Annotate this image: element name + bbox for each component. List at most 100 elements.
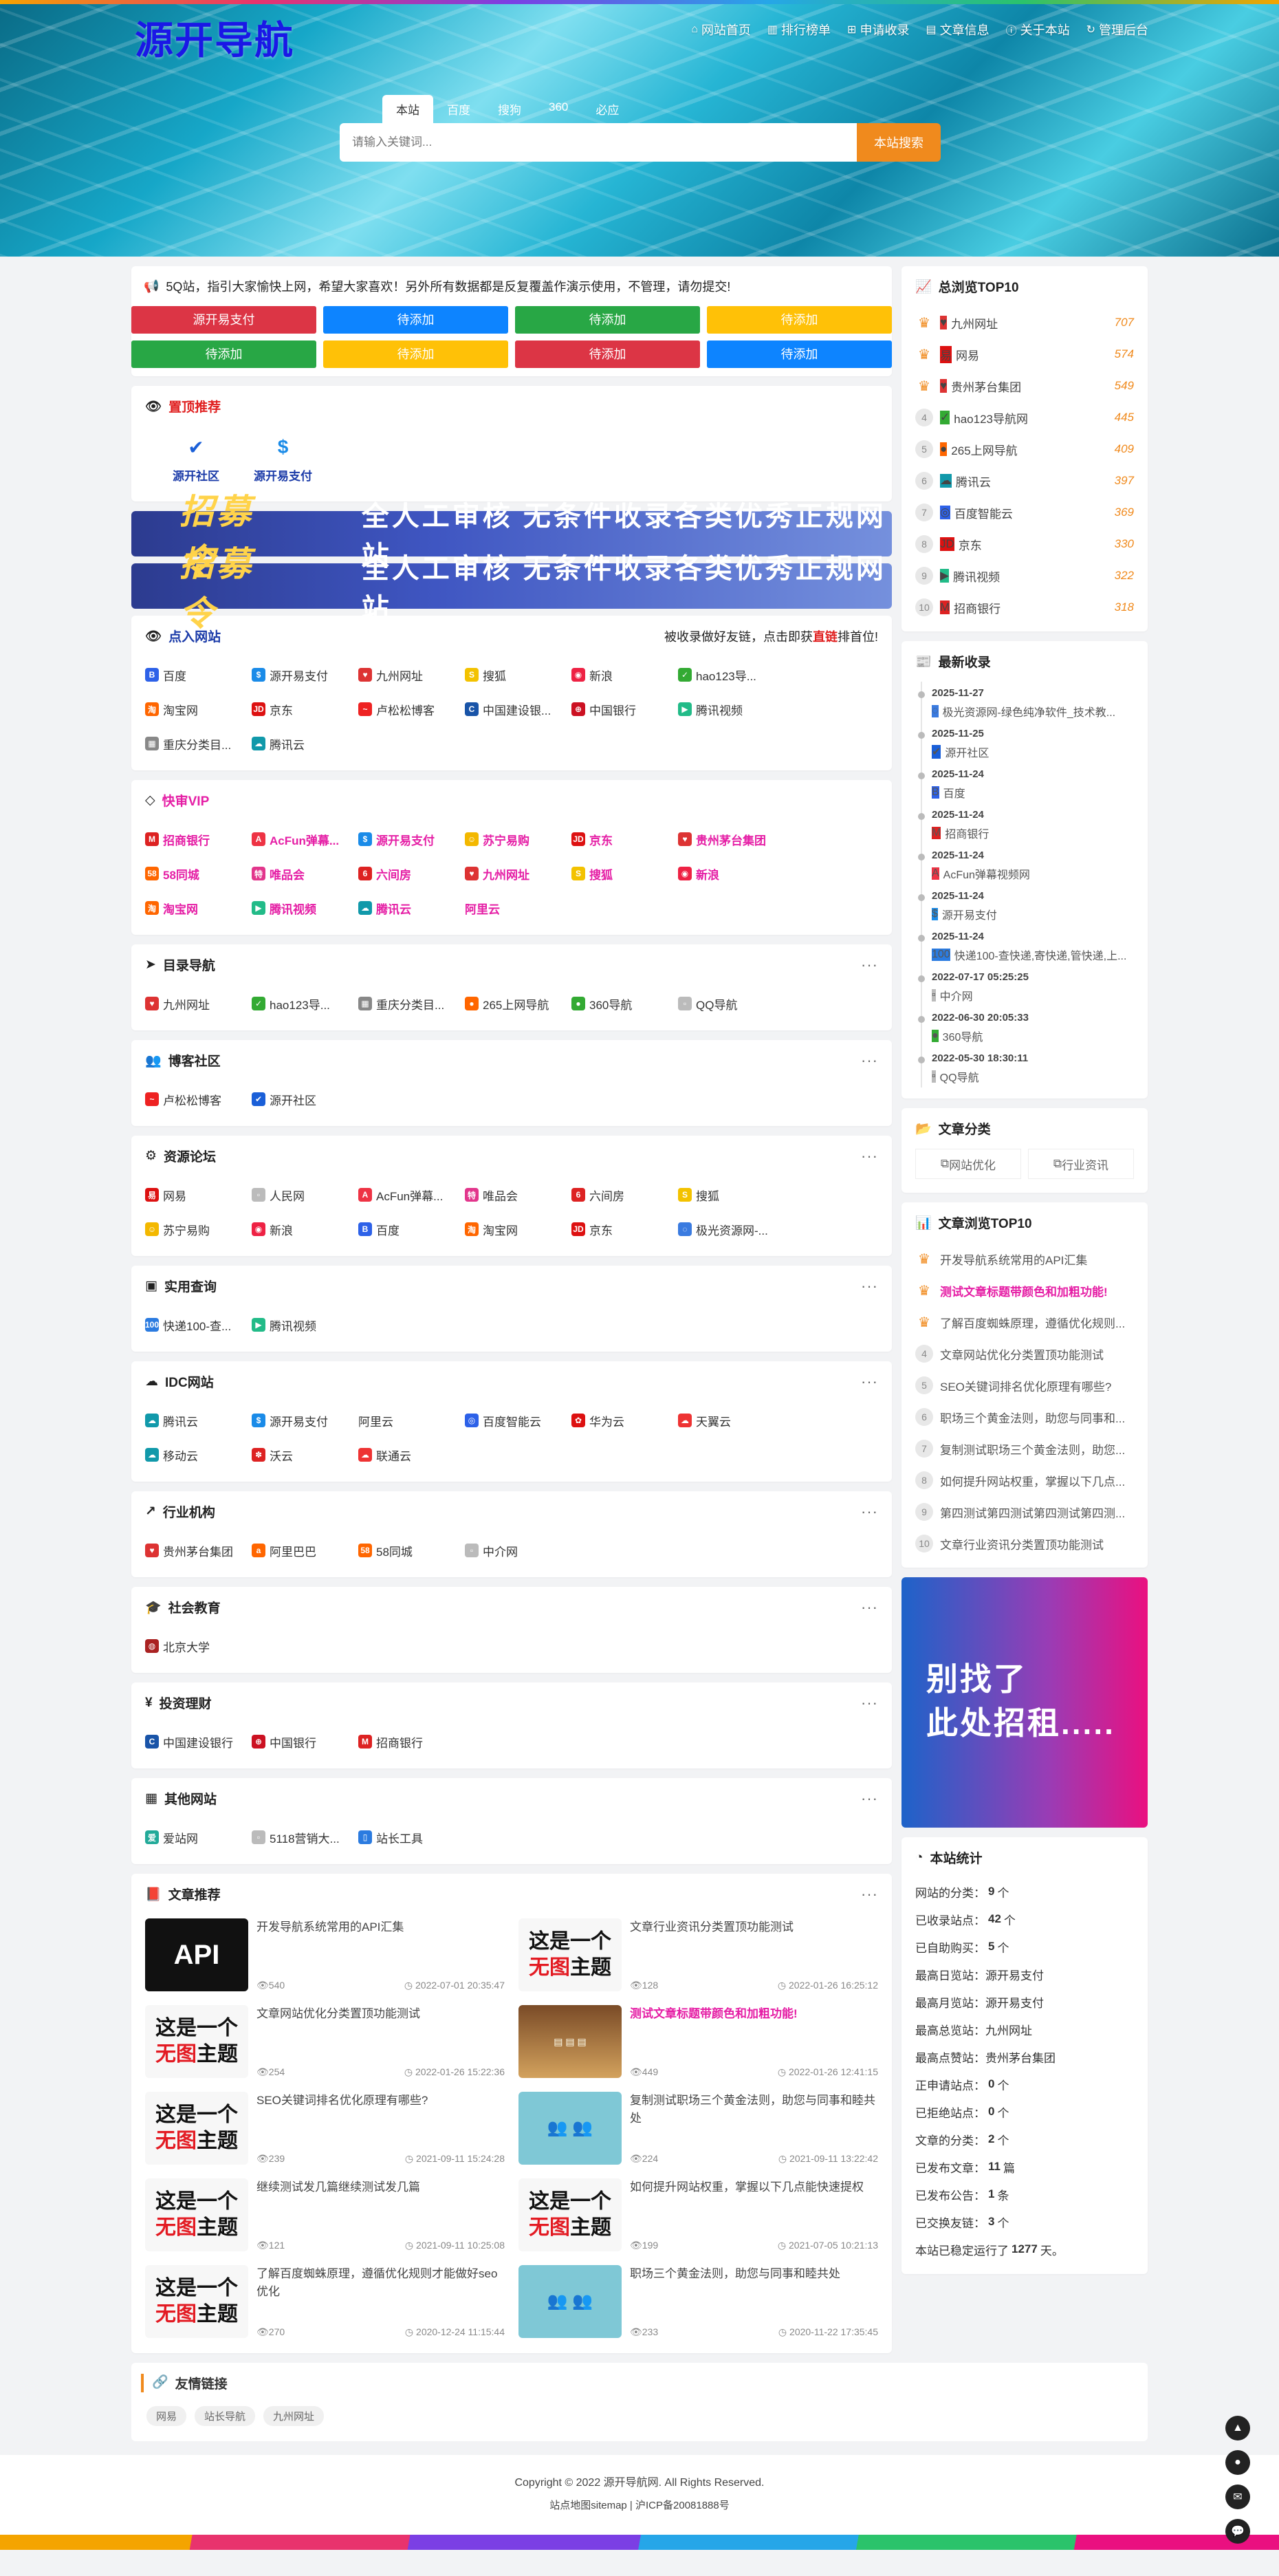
rank-item[interactable]: 10 M 招商银行 318 [915,592,1134,623]
article-title[interactable]: 如何提升网站权重，掌握以下几点能快速提权 [630,2178,878,2196]
ad-banner[interactable]: 别找了 此处招租..... [901,1577,1148,1828]
article-item[interactable]: 这是一个 无图主题 如何提升网站权重，掌握以下几点能快速提权 👁199 ◷ 2021-0… [518,2178,878,2251]
search-tab-1[interactable]: 百度 [433,95,484,123]
site-link[interactable]: ✓ hao123导... [678,658,785,692]
friend-link-1[interactable]: 站长导航 [195,2406,256,2426]
site-link[interactable]: 特唯品会 [465,1178,571,1212]
site-link[interactable]: $ 源开易支付 [252,1403,358,1438]
site-link[interactable]: ☺ 苏宁易购 [145,1212,252,1246]
search-tab-0[interactable]: 本站 [382,95,433,123]
site-link[interactable]: JD 京东 [571,1212,678,1246]
site-link[interactable]: JD 京东 [571,822,678,856]
site-logo[interactable]: 源开导航 [135,10,294,65]
timeline-item[interactable]: 2025-11-24 100 快递100-查快递,寄快递,管快递,上... [921,925,1134,966]
site-link[interactable]: 易网易 [145,1178,252,1212]
site-link[interactable]: 58 58同城 [358,1533,465,1568]
site-link[interactable]: ☁ 移动云 [145,1438,252,1472]
article-item[interactable]: 这是一个 无图主题 文章行业资讯分类置顶功能测试 👁128 ◷ 2022-01-26 1… [518,1918,878,1991]
site-link[interactable]: ☁ 腾讯云 [252,726,358,761]
site-link[interactable]: B 百度 [145,658,252,692]
timeline-item[interactable]: 2022-06-30 20:05:33 ● 360导航 [921,1006,1134,1047]
site-link[interactable]: M 招商银行 [358,1724,465,1759]
site-link[interactable]: 6 六间房 [571,1178,678,1212]
quick-button-1[interactable]: 待添加 [323,306,508,334]
timeline-item[interactable]: 2025-11-25 ✔ 源开社区 [921,722,1134,763]
search-tab-3[interactable]: 360 [535,95,582,123]
site-link[interactable]: 58 58同城 [145,856,252,891]
site-link[interactable]: ♥ 九州网址 [145,986,252,1021]
notification-icon[interactable]: ● [1225,2450,1250,2475]
more-icon[interactable]: ··· [861,1148,878,1163]
quick-button-7[interactable]: 待添加 [707,340,892,368]
site-link[interactable]: $ 源开易支付 [358,822,465,856]
rank-item[interactable]: 6 ☁ 腾讯云 397 [915,465,1134,497]
recruit-banner-1[interactable]: 招募令 全人工审核 无条件收录各类优秀正规网站 [131,545,892,633]
timeline-item[interactable]: 2022-05-30 18:30:11 ▫ QQ导航 [921,1047,1134,1087]
article-title[interactable]: 文章行业资讯分类置顶功能测试 [630,1918,878,1936]
site-link[interactable]: ● 360导航 [571,986,678,1021]
article-item[interactable]: API 开发导航系统常用的API汇集 👁540 ◷ 2022-07-01 20:35:… [145,1918,505,1991]
site-link[interactable]: ☁ 联通云 [358,1438,465,1472]
site-link[interactable]: ⊕ 中国银行 [571,692,678,726]
site-link[interactable]: ◍ 北京大学 [145,1629,252,1663]
rank-item[interactable]: 8 JD 京东 330 [915,528,1134,560]
site-link[interactable]: S 搜狐 [465,658,571,692]
site-link[interactable]: S 搜狐 [571,856,678,891]
site-link[interactable]: ♥ 贵州茅台集团 [678,822,785,856]
site-link[interactable]: ◎ 百度智能云 [465,1403,571,1438]
timeline-item[interactable]: 2025-11-24 M 招商银行 [921,803,1134,844]
site-link[interactable]: 淘淘宝网 [145,692,252,726]
site-link[interactable]: B 百度 [358,1212,465,1246]
mail-icon[interactable]: ✉ [1225,2485,1250,2509]
top-recommend-item-1[interactable]: $ 源开易支付 [254,432,312,484]
article-title[interactable]: 文章网站优化分类置顶功能测试 [256,2005,505,2023]
friend-link-2[interactable]: 九州网址 [263,2406,325,2426]
timeline-item[interactable]: 2025-11-24 $ 源开易支付 [921,885,1134,925]
rank-item[interactable]: ♛ ♥ 贵州茅台集团 549 [915,370,1134,402]
article-category-0[interactable]: ⧉ 网站优化 [915,1149,1021,1179]
site-link[interactable]: ▶ 腾讯视频 [252,891,358,925]
quick-button-0[interactable]: 源开易支付 [131,306,316,334]
site-link[interactable]: 阿里云 [465,891,571,925]
site-link[interactable]: ▦ 重庆分类目... [145,726,252,761]
nav-item-1[interactable]: ▥ 排行榜单 [767,21,831,39]
nav-item-4[interactable]: ⓘ 关于本站 [1006,21,1070,39]
site-link[interactable]: A AcFun弹幕... [358,1178,465,1212]
article-title[interactable]: 复制测试职场三个黄金法则，助您与同事和睦共处 [630,2092,878,2128]
timeline-item[interactable]: 2022-07-17 05:25:25 ▫ 中介网 [921,966,1134,1006]
rank-item[interactable]: ♛ ♥ 九州网址 707 [915,307,1134,338]
article-rank-item[interactable]: ♛ 测试文章标题带颜色和加粗功能! [915,1275,1134,1306]
site-link[interactable]: JD 京东 [252,692,358,726]
site-link[interactable]: ☺ 苏宁易购 [465,822,571,856]
article-rank-item[interactable]: 6 职场三个黄金法则，助您与同事和... [915,1401,1134,1433]
site-link[interactable]: a 阿里巴巴 [252,1533,358,1568]
article-item[interactable]: 这是一个 无图主题 文章网站优化分类置顶功能测试 👁254 ◷ 2022-01-26 1… [145,2005,505,2078]
timeline-item[interactable]: 2025-11-24 B 百度 [921,763,1134,803]
site-link[interactable]: ~ 卢松松博客 [358,692,465,726]
site-link[interactable]: ◉ 新浪 [678,856,785,891]
site-link[interactable]: ▫ QQ导航 [678,986,785,1021]
article-rank-item[interactable]: 8 如何提升网站权重，掌握以下几点... [915,1464,1134,1496]
article-rank-item[interactable]: 9 第四测试第四测试第四测试第四测... [915,1496,1134,1528]
site-link[interactable]: A AcFun弹幕... [252,822,358,856]
site-link[interactable]: ✓ hao123导... [252,986,358,1021]
site-link[interactable]: ◌ 极光资源网-... [678,1212,785,1246]
nav-item-2[interactable]: ⊞ 申请收录 [847,21,909,39]
article-category-1[interactable]: ⧉ 行业资讯 [1028,1149,1134,1179]
search-button[interactable]: 本站搜索 [857,123,941,162]
quick-button-3[interactable]: 待添加 [707,306,892,334]
site-link[interactable]: C 中国建设银行 [145,1724,252,1759]
site-link[interactable]: M 招商银行 [145,822,252,856]
more-icon[interactable]: ··· [861,1374,878,1389]
quick-button-4[interactable]: 待添加 [131,340,316,368]
site-link[interactable]: 淘淘宝网 [465,1212,571,1246]
article-rank-item[interactable]: 7 复制测试职场三个黄金法则，助您... [915,1433,1134,1464]
article-rank-item[interactable]: 4 文章网站优化分类置顶功能测试 [915,1338,1134,1370]
article-item[interactable]: ▤ ▤ ▤ 测试文章标题带颜色和加粗功能! 👁449 ◷ 2022-01-26 12:… [518,2005,878,2078]
site-link[interactable]: ~ 卢松松博客 [145,1082,252,1116]
more-icon[interactable]: ··· [861,1790,878,1806]
article-item[interactable]: 这是一个 无图主题 继续测试发几篇继续测试发几篇 👁121 ◷ 2021-09-11 1… [145,2178,505,2251]
article-title[interactable]: 继续测试发几篇继续测试发几篇 [256,2178,505,2196]
site-link[interactable]: ▦ 重庆分类目... [358,986,465,1021]
site-link[interactable]: 特唯品会 [252,856,358,891]
